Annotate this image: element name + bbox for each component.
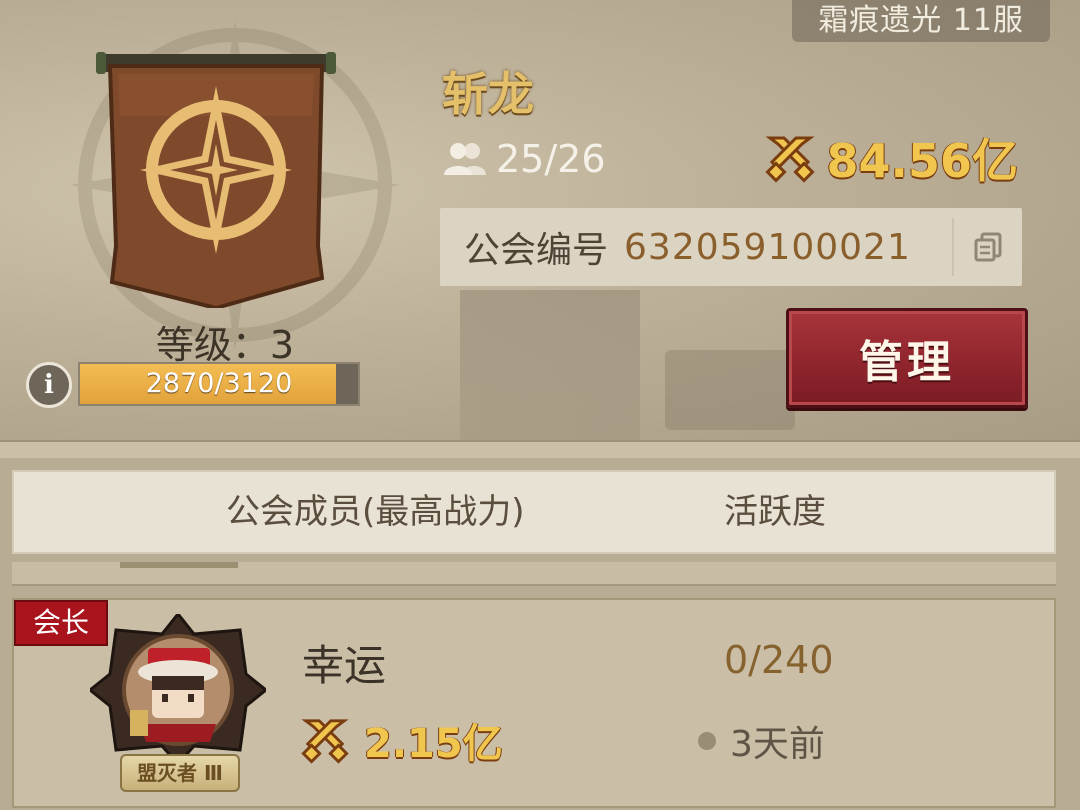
guild-power-value: 84.56亿 — [826, 134, 1018, 188]
crossed-swords-icon — [301, 719, 349, 764]
avatar-frame-icon — [87, 611, 269, 767]
member-power: 2.15亿 — [300, 710, 503, 770]
guild-id-value: 632059100021 — [624, 226, 911, 268]
guild-id-label: 公会编号 — [464, 230, 609, 271]
offline-dot-icon — [698, 732, 716, 750]
manage-button[interactable]: 管理 — [786, 308, 1028, 408]
guild-power: 84.56亿 — [764, 130, 1018, 188]
guild-name: 斩龙 — [442, 67, 534, 121]
crossed-swords-icon — [765, 136, 816, 183]
guild-emblem-icon — [96, 52, 336, 311]
avatar[interactable]: 盟灭者 Ⅲ — [87, 611, 269, 794]
member-title-plate: 盟灭者 Ⅲ — [120, 754, 240, 792]
tab-activity[interactable]: 活跃度 — [724, 470, 826, 554]
member-last-online: 3天前 — [698, 716, 825, 766]
section-divider — [0, 440, 1080, 458]
member-tab-bar: 公会成员(最高战力) 活跃度 — [12, 470, 1056, 554]
copy-id-button[interactable] — [952, 218, 1022, 276]
server-label: 霜痕遗光 11服 — [792, 0, 1050, 42]
guild-id-row: 公会编号 632059100021 — [440, 208, 1022, 286]
list-scroll-track[interactable] — [12, 562, 1056, 586]
member-last-online-text: 3天前 — [730, 724, 825, 765]
member-count-text: 25/26 — [496, 137, 606, 181]
guild-xp-text: 2870/3120 — [145, 368, 293, 399]
copy-icon — [974, 232, 1002, 262]
tab-members-top-power[interactable]: 公会成员(最高战力) — [226, 470, 525, 554]
guild-banner[interactable] — [96, 46, 336, 311]
info-icon[interactable]: i — [26, 362, 72, 408]
member-power-value: 2.15亿 — [364, 721, 503, 767]
member-count: 25/26 — [442, 136, 606, 182]
list-item[interactable]: 会长 盟灭者 Ⅲ 幸运 2.15亿 0/240 3天前 — [12, 598, 1056, 808]
list-scroll-thumb[interactable] — [120, 562, 238, 568]
people-icon — [444, 143, 486, 175]
member-name: 幸运 — [302, 641, 387, 690]
guild-level: 等级：3 — [155, 323, 295, 367]
background-chest — [665, 350, 795, 430]
guild-xp-bar: 2870/3120 — [78, 362, 360, 406]
background-pillar — [460, 290, 640, 440]
member-activity: 0/240 — [724, 638, 834, 682]
